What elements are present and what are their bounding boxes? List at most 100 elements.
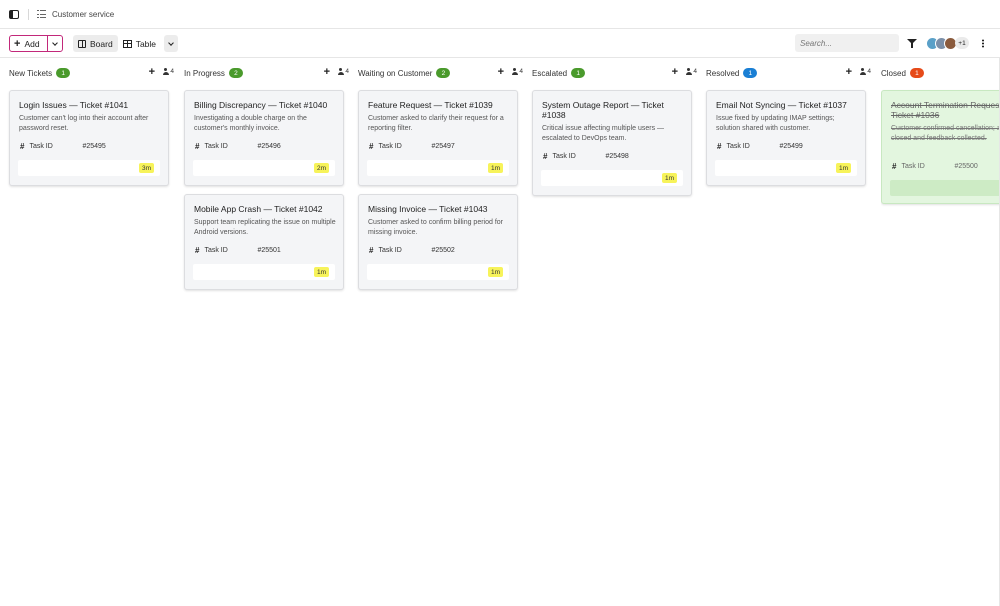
column-resolved: Resolved 1 + 4 Email Not Syncing — Ticke… [706, 58, 871, 606]
avatar-overflow-count: +1 [955, 37, 969, 49]
assignee-count: 4 [867, 68, 871, 75]
card-description: Customer confirmed cancellation; account… [891, 125, 1000, 142]
person-icon [162, 68, 169, 75]
card-description: Customer can't log into their account af… [19, 115, 149, 132]
card-footer: 1m [193, 264, 335, 280]
card-description: Customer asked to confirm billing period… [368, 219, 504, 236]
add-card-button[interactable]: + [846, 66, 852, 78]
field-value: #25502 [431, 247, 455, 254]
hash-icon: # [543, 152, 548, 161]
search-input[interactable] [795, 34, 899, 52]
person-icon [859, 68, 866, 75]
column-assignees[interactable]: 4 [859, 68, 871, 75]
card-field: # Task ID #25499 [717, 142, 857, 151]
table-view-label: Table [135, 38, 157, 49]
ticket-card[interactable]: System Outage Report — Ticket #1038 Crit… [532, 90, 692, 196]
filter-icon[interactable] [907, 39, 917, 48]
card-footer [890, 180, 1000, 196]
hash-icon: # [20, 142, 25, 151]
count-badge: 1 [56, 68, 71, 78]
count-badge: 1 [743, 68, 758, 78]
card-footer: 2m [193, 160, 335, 176]
card-description: Customer asked to clarify their request … [368, 115, 504, 132]
count-badge: 2 [436, 68, 451, 78]
ticket-card[interactable]: Mobile App Crash — Ticket #1042 Support … [184, 194, 344, 290]
ticket-card[interactable]: Login Issues — Ticket #1041 Customer can… [9, 90, 169, 186]
ticket-card[interactable]: Account Termination Request — Ticket #10… [881, 90, 1000, 204]
chevron-down-icon [52, 39, 58, 46]
card-description: Issue fixed by updating IMAP settings; s… [716, 115, 835, 132]
ticket-card[interactable]: Billing Discrepancy — Ticket #1040 Inves… [184, 90, 344, 186]
column-title: In Progress [184, 68, 225, 78]
table-view-button[interactable]: Table [118, 35, 161, 52]
hash-icon: # [369, 246, 374, 255]
column-in-progress: In Progress 2 + 4 Billing Discrepancy — … [184, 58, 349, 606]
time-badge: 3m [138, 163, 154, 173]
person-icon [337, 68, 344, 75]
add-card-button[interactable]: + [324, 66, 330, 78]
card-field: # Task ID #25495 [20, 142, 160, 151]
field-label: Task ID [552, 153, 576, 160]
ticket-card[interactable]: Feature Request — Ticket #1039 Customer … [358, 90, 518, 186]
divider [28, 8, 29, 20]
field-value: #25495 [82, 143, 106, 150]
column-escalated: Escalated 1 + 4 System Outage Report — T… [532, 58, 697, 606]
more-options-icon[interactable] [982, 39, 984, 48]
field-value: #25498 [605, 153, 629, 160]
time-badge: 1m [835, 163, 851, 173]
column-assignees[interactable]: 4 [685, 68, 697, 75]
column-title: Resolved [706, 68, 740, 78]
card-description: Critical issue affecting multiple users … [542, 125, 665, 142]
column-title: New Tickets [9, 68, 53, 78]
add-card-button[interactable]: + [672, 66, 678, 78]
add-card-button[interactable]: + [149, 66, 155, 78]
person-icon [511, 68, 518, 75]
column-title: Waiting on Customer [358, 68, 433, 78]
column-assignees[interactable]: 4 [337, 68, 349, 75]
ticket-card[interactable]: Email Not Syncing — Ticket #1037 Issue f… [706, 90, 866, 186]
person-icon [685, 68, 692, 75]
field-value: #25500 [954, 163, 978, 170]
assignee-count: 4 [170, 68, 174, 75]
add-button-group: + Add [9, 35, 63, 52]
add-button[interactable]: + Add [10, 36, 48, 51]
avatar-group[interactable]: +1 [926, 36, 969, 50]
column-new-tickets: New Tickets 1 + 4 Login Issues — Ticket … [9, 58, 174, 606]
card-field: # Task ID #25496 [195, 142, 335, 151]
add-card-button[interactable]: + [498, 66, 504, 78]
hash-icon: # [892, 162, 897, 171]
breadcrumb[interactable]: Customer service [52, 10, 114, 19]
sidebar-toggle-icon[interactable] [9, 9, 19, 19]
plus-icon: + [14, 37, 21, 50]
time-badge: 1m [313, 267, 329, 277]
field-label: Task ID [726, 143, 750, 150]
assignee-count: 4 [519, 68, 523, 75]
card-field: # Task ID #25500 [892, 162, 1000, 171]
column-header: Resolved 1 + 4 [706, 66, 871, 79]
assignee-count: 4 [693, 68, 697, 75]
ticket-card[interactable]: Missing Invoice — Ticket #1043 Customer … [358, 194, 518, 290]
column-assignees[interactable]: 4 [511, 68, 523, 75]
field-label: Task ID [901, 163, 925, 170]
column-header: New Tickets 1 + 4 [9, 66, 174, 79]
field-value: #25501 [257, 247, 281, 254]
card-title: Account Termination Request — Ticket #10… [891, 100, 1000, 120]
card-description: Investigating a double charge on the cus… [194, 115, 307, 132]
column-waiting-on-customer: Waiting on Customer 2 + 4 Feature Reques… [358, 58, 523, 606]
card-title: Missing Invoice — Ticket #1043 [368, 204, 488, 214]
field-value: #25499 [779, 143, 803, 150]
board-view-button[interactable]: Board [73, 35, 118, 52]
column-title: Closed [881, 68, 906, 78]
add-dropdown-button[interactable] [48, 39, 62, 46]
column-assignees[interactable]: 4 [162, 68, 174, 75]
board-icon [78, 39, 86, 48]
field-label: Task ID [378, 143, 402, 150]
count-badge: 1 [909, 68, 924, 78]
view-dropdown-button[interactable] [164, 35, 179, 52]
field-label: Task ID [204, 143, 228, 150]
card-footer: 1m [541, 170, 683, 186]
hash-icon: # [195, 142, 200, 151]
list-icon [37, 10, 46, 18]
card-description: Support team replicating the issue on mu… [194, 219, 336, 236]
time-badge: 1m [487, 163, 503, 173]
